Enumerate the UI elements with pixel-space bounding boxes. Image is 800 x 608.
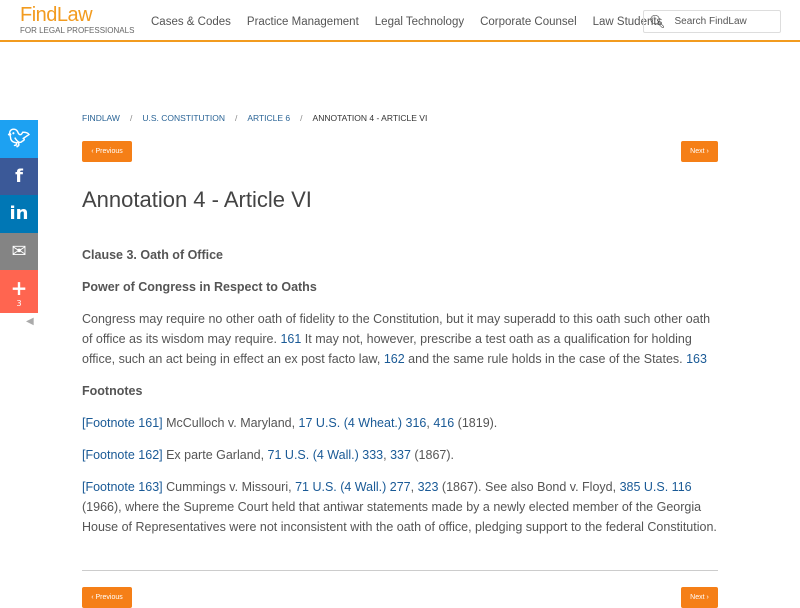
plus-icon: + bbox=[10, 275, 28, 300]
next-button-top[interactable]: Next › bbox=[681, 141, 718, 162]
divider bbox=[82, 570, 718, 571]
site-header: FindLaw FOR LEGAL PROFESSIONALS Cases & … bbox=[0, 0, 800, 42]
footnote-161: [Footnote 161] McCulloch v. Maryland, 17… bbox=[82, 413, 718, 433]
section-heading: Power of Congress in Respect to Oaths bbox=[82, 280, 317, 294]
breadcrumb-findlaw[interactable]: FINDLAW bbox=[82, 113, 120, 123]
next-button-bottom[interactable]: Next › bbox=[681, 587, 718, 608]
page-link[interactable]: 416 bbox=[433, 416, 454, 430]
share-bar: 🐦︎ f in ✉ +3 bbox=[0, 120, 38, 313]
text: (1867). See also Bond v. Floyd, bbox=[438, 480, 620, 494]
breadcrumb-separator: / bbox=[300, 113, 303, 123]
breadcrumb-separator: / bbox=[234, 113, 238, 123]
linkedin-share-button[interactable]: in bbox=[0, 195, 38, 233]
breadcrumb-article[interactable]: ARTICLE 6 bbox=[247, 113, 290, 123]
clause-heading: Clause 3. Oath of Office bbox=[82, 248, 224, 262]
nav-practice-management[interactable]: Practice Management bbox=[247, 16, 359, 28]
article-content: Clause 3. Oath of Office Power of Congre… bbox=[82, 245, 718, 549]
breadcrumb-current: ANNOTATION 4 - ARTICLE VI bbox=[312, 113, 428, 123]
text: , bbox=[410, 480, 418, 494]
text: McCulloch v. Maryland, bbox=[162, 416, 299, 430]
page-link[interactable]: 337 bbox=[390, 448, 411, 462]
collapse-share-icon[interactable]: ◀ bbox=[26, 316, 34, 327]
footnote-anchor[interactable]: [Footnote 162] bbox=[82, 448, 163, 462]
text: Cummings v. Missouri, bbox=[162, 480, 296, 494]
facebook-icon: f bbox=[15, 165, 23, 187]
text: (1867). bbox=[410, 448, 455, 462]
footnote-anchor[interactable]: [Footnote 161] bbox=[82, 416, 163, 430]
breadcrumb: FINDLAW / U.S. CONSTITUTION / ARTICLE 6 / A… bbox=[82, 113, 427, 123]
citation-link[interactable]: 385 U.S. 116 bbox=[620, 480, 692, 494]
footnote-162: [Footnote 162] Ex parte Garland, 71 U.S.… bbox=[82, 445, 718, 465]
search-icon: 🔍︎ bbox=[649, 13, 666, 29]
footnotes-heading: Footnotes bbox=[82, 384, 143, 398]
twitter-icon: 🐦︎ bbox=[7, 128, 31, 150]
share-count: 3 bbox=[16, 298, 22, 308]
nav-legal-technology[interactable]: Legal Technology bbox=[375, 16, 464, 28]
footnote-163: [Footnote 163] Cummings v. Missouri, 71 … bbox=[82, 477, 718, 537]
text: and the same rule holds in the case of t… bbox=[404, 352, 687, 366]
footnote-anchor[interactable]: [Footnote 163] bbox=[82, 480, 163, 494]
search-placeholder: Search FindLaw bbox=[674, 16, 747, 27]
linkedin-icon: in bbox=[9, 203, 29, 225]
page-title: Annotation 4 - Article VI bbox=[82, 187, 312, 212]
nav-cases-codes[interactable]: Cases & Codes bbox=[151, 16, 231, 28]
footnote-link-161[interactable]: 161 bbox=[280, 332, 301, 346]
footnote-link-162[interactable]: 162 bbox=[384, 352, 405, 366]
text: (1819). bbox=[454, 416, 498, 430]
findlaw-logo[interactable]: FindLaw FOR LEGAL PROFESSIONALS bbox=[20, 5, 134, 35]
text: Ex parte Garland, bbox=[162, 448, 268, 462]
citation-link[interactable]: 71 U.S. (4 Wall.) 333 bbox=[268, 448, 384, 462]
facebook-share-button[interactable]: f bbox=[0, 157, 38, 195]
citation-link[interactable]: 71 U.S. (4 Wall.) 277 bbox=[295, 480, 411, 494]
email-share-button[interactable]: ✉ bbox=[0, 232, 38, 270]
logo-brand: FindLaw bbox=[20, 4, 93, 26]
email-icon: ✉ bbox=[11, 240, 27, 262]
main-nav: Cases & Codes Practice Management Legal … bbox=[151, 16, 662, 28]
previous-button-top[interactable]: ‹ Previous bbox=[82, 141, 132, 162]
citation-link[interactable]: 17 U.S. (4 Wheat.) 316 bbox=[299, 416, 427, 430]
body-paragraph: Congress may require no other oath of fi… bbox=[82, 309, 718, 369]
twitter-share-button[interactable]: 🐦︎ bbox=[0, 120, 38, 158]
search-input[interactable]: 🔍︎ Search FindLaw bbox=[643, 10, 781, 33]
previous-button-bottom[interactable]: ‹ Previous bbox=[82, 587, 132, 608]
text: (1966), where the Supreme Court held tha… bbox=[82, 500, 717, 534]
footnote-link-163[interactable]: 163 bbox=[686, 352, 707, 366]
breadcrumb-separator: / bbox=[129, 113, 133, 123]
nav-corporate-counsel[interactable]: Corporate Counsel bbox=[480, 16, 577, 28]
logo-tagline: FOR LEGAL PROFESSIONALS bbox=[20, 26, 135, 35]
more-share-button[interactable]: +3 bbox=[0, 270, 38, 313]
breadcrumb-constitution[interactable]: U.S. CONSTITUTION bbox=[142, 113, 225, 123]
page-link[interactable]: 323 bbox=[418, 480, 439, 494]
